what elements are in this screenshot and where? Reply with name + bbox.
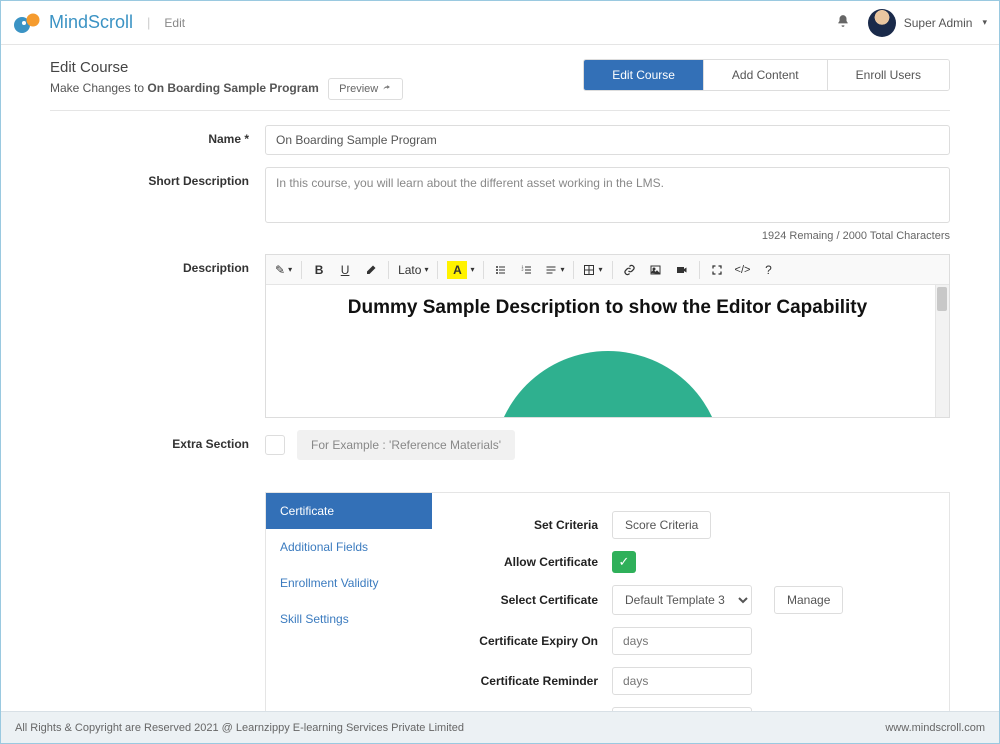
- char-count: 1924 Remaing / 2000 Total Characters: [265, 230, 950, 242]
- eraser-icon[interactable]: [359, 258, 383, 282]
- settings-tabs: Certificate Additional Fields Enrollment…: [265, 492, 950, 711]
- video-icon[interactable]: [670, 258, 694, 282]
- extra-placeholder[interactable]: For Example : 'Reference Materials': [297, 430, 515, 460]
- expiry-input[interactable]: [612, 627, 752, 655]
- description-label: Description: [50, 254, 265, 418]
- preview-button[interactable]: Preview: [328, 78, 403, 100]
- side-tab-additional-fields[interactable]: Additional Fields: [266, 529, 432, 565]
- select-cert-dropdown[interactable]: Default Template 3: [612, 585, 752, 615]
- short-desc-input[interactable]: In this course, you will learn about the…: [265, 167, 950, 223]
- magic-icon[interactable]: ✎▾: [271, 258, 296, 282]
- extra-label: Extra Section: [50, 430, 265, 460]
- bell-icon[interactable]: [836, 14, 850, 31]
- user-name: Super Admin: [904, 16, 973, 30]
- name-input[interactable]: [265, 125, 950, 155]
- header-tabs: Edit Course Add Content Enroll Users: [583, 59, 950, 91]
- chevron-down-icon: ▾: [982, 17, 987, 28]
- expiry-label: Certificate Expiry On: [452, 634, 612, 648]
- welcome-graphic: WELCOME: [493, 351, 723, 417]
- allow-cert-checkbox[interactable]: ✓: [612, 551, 636, 573]
- link-icon[interactable]: [618, 258, 642, 282]
- paragraph-icon[interactable]: ▾: [541, 258, 568, 282]
- logo[interactable]: MindScroll: [13, 12, 133, 34]
- name-label: Name *: [50, 125, 265, 155]
- code-icon[interactable]: </>: [731, 258, 755, 282]
- subtitle-prefix: Make Changes to: [50, 81, 147, 95]
- editor-toolbar: ✎▾ B U Lato▾ A▾ 12 ▾ ▾: [266, 255, 949, 285]
- allow-cert-label: Allow Certificate: [452, 555, 612, 569]
- side-tab-enrollment-validity[interactable]: Enrollment Validity: [266, 565, 432, 601]
- bold-button[interactable]: B: [307, 258, 331, 282]
- reminder-input[interactable]: [612, 667, 752, 695]
- rich-editor: ✎▾ B U Lato▾ A▾ 12 ▾ ▾: [265, 254, 950, 418]
- footer: All Rights & Copyright are Reserved 2021…: [1, 711, 999, 743]
- manage-button[interactable]: Manage: [774, 586, 843, 614]
- short-desc-label: Short Description: [50, 167, 265, 242]
- subtitle-course: On Boarding Sample Program: [147, 81, 318, 95]
- page-header: Edit Course Make Changes to On Boarding …: [50, 59, 950, 100]
- font-color-button[interactable]: A▾: [443, 258, 478, 282]
- editor-heading: Dummy Sample Description to show the Edi…: [286, 297, 929, 319]
- underline-button[interactable]: U: [333, 258, 357, 282]
- footer-link[interactable]: www.mindscroll.com: [885, 722, 985, 734]
- avatar: [868, 9, 896, 37]
- font-family-select[interactable]: Lato▾: [394, 258, 432, 282]
- brand-text: MindScroll: [49, 12, 133, 33]
- user-menu[interactable]: Super Admin ▾: [868, 9, 987, 37]
- extra-checkbox[interactable]: [265, 435, 285, 455]
- breadcrumb-item[interactable]: Edit: [164, 16, 185, 30]
- tab-edit-course[interactable]: Edit Course: [584, 60, 704, 90]
- share-icon: [381, 84, 392, 93]
- svg-text:2: 2: [522, 268, 524, 272]
- breadcrumb-sep: |: [147, 15, 150, 30]
- page-title: Edit Course: [50, 59, 403, 76]
- editor-body[interactable]: Dummy Sample Description to show the Edi…: [266, 285, 949, 417]
- select-cert-label: Select Certificate: [452, 593, 612, 607]
- preview-label: Preview: [339, 83, 378, 95]
- reminder-label: Certificate Reminder: [452, 674, 612, 688]
- topbar: MindScroll | Edit Super Admin ▾: [1, 1, 999, 45]
- fullscreen-icon[interactable]: [705, 258, 729, 282]
- help-icon[interactable]: ?: [757, 258, 781, 282]
- score-criteria-button[interactable]: Score Criteria: [612, 511, 711, 539]
- logo-icon: [13, 12, 43, 34]
- table-icon[interactable]: ▾: [579, 258, 606, 282]
- image-icon[interactable]: [644, 258, 668, 282]
- tab-enroll-users[interactable]: Enroll Users: [828, 60, 949, 90]
- ul-icon[interactable]: [489, 258, 513, 282]
- side-tab-certificate[interactable]: Certificate: [266, 493, 432, 529]
- ol-icon[interactable]: 12: [515, 258, 539, 282]
- tab-add-content[interactable]: Add Content: [704, 60, 828, 90]
- footer-copyright: All Rights & Copyright are Reserved 2021…: [15, 722, 464, 734]
- set-criteria-label: Set Criteria: [452, 518, 612, 532]
- page-subtitle: Make Changes to On Boarding Sample Progr…: [50, 78, 403, 100]
- side-tab-skill-settings[interactable]: Skill Settings: [266, 601, 432, 637]
- editor-scrollbar[interactable]: [935, 285, 949, 417]
